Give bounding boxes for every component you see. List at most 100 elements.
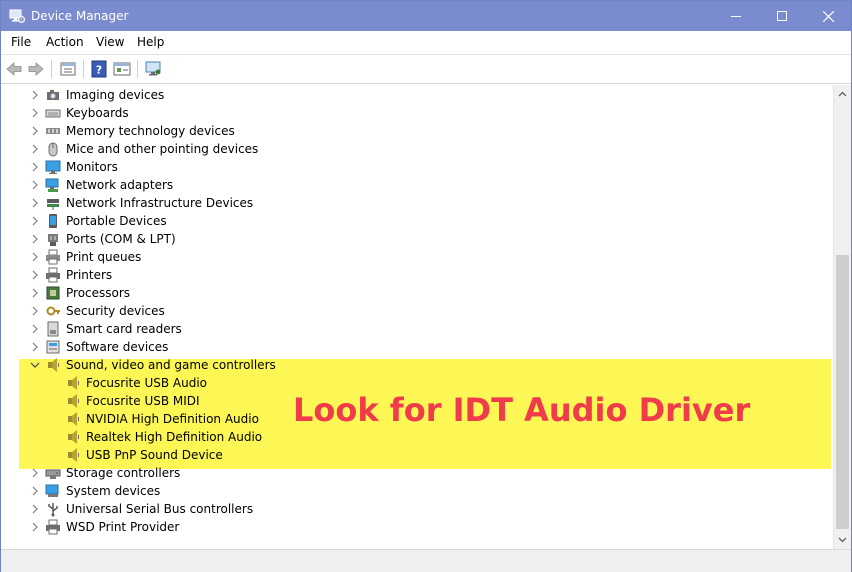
window-title: Device Manager xyxy=(31,9,129,23)
back-arrow-icon[interactable] xyxy=(5,60,23,78)
scroll-down-arrow-icon[interactable] xyxy=(837,534,848,545)
tree-category-row[interactable]: System devices xyxy=(29,482,809,500)
tree-device-row[interactable]: Focusrite USB Audio xyxy=(29,374,809,392)
tree-category-row[interactable]: Network Infrastructure Devices xyxy=(29,194,809,212)
mouse-icon xyxy=(48,142,58,157)
chevron-right-icon[interactable] xyxy=(29,161,41,173)
tree-category-row[interactable]: Printers xyxy=(29,266,809,284)
tree-item-label: Software devices xyxy=(66,340,169,354)
tree-item-label: Print queues xyxy=(66,250,142,264)
svg-text:?: ? xyxy=(96,64,102,77)
tree-category-row[interactable]: Smart card readers xyxy=(29,320,809,338)
tree-item-label: Focusrite USB Audio xyxy=(86,376,207,390)
smart-card-icon xyxy=(47,321,59,337)
tree-device-row[interactable]: Realtek High Definition Audio xyxy=(29,428,809,446)
speaker-icon xyxy=(68,376,79,390)
minimize-icon xyxy=(731,16,741,17)
chevron-right-icon[interactable] xyxy=(29,467,41,479)
portable-device-icon xyxy=(49,214,57,228)
print-queue-icon xyxy=(46,249,60,265)
help-icon[interactable]: ? xyxy=(90,60,108,78)
scrollbar-thumb[interactable] xyxy=(836,255,849,529)
tree-item-label: Security devices xyxy=(66,304,165,318)
tree-item-label: Keyboards xyxy=(66,106,129,120)
chevron-right-icon[interactable] xyxy=(29,521,41,533)
speaker-icon xyxy=(68,394,79,408)
properties-icon[interactable] xyxy=(59,60,77,78)
tree-item-label: WSD Print Provider xyxy=(66,520,180,534)
tree-category-row[interactable]: Memory technology devices xyxy=(29,122,809,140)
scan-hardware-icon[interactable] xyxy=(145,60,163,78)
security-key-icon xyxy=(46,306,60,316)
tree-item-label: Processors xyxy=(66,286,131,300)
chevron-right-icon[interactable] xyxy=(29,323,41,335)
usb-icon xyxy=(48,503,58,517)
chevron-right-icon[interactable] xyxy=(29,89,41,101)
port-icon xyxy=(48,234,58,246)
chevron-right-icon[interactable] xyxy=(29,341,41,353)
tree-item-label: System devices xyxy=(66,484,161,498)
tree-category-row[interactable]: Software devices xyxy=(29,338,809,356)
tree-category-row[interactable]: Security devices xyxy=(29,302,809,320)
tree-device-row[interactable]: NVIDIA High Definition Audio xyxy=(29,410,809,428)
speaker-icon xyxy=(48,358,59,372)
toolbar-separator xyxy=(137,60,138,78)
software-device-icon xyxy=(46,340,60,354)
tree-category-row[interactable]: Sound, video and game controllers xyxy=(29,356,809,374)
tree-item-label: Memory technology devices xyxy=(66,124,235,138)
tree-category-row[interactable]: Imaging devices xyxy=(29,86,809,104)
tree-category-row[interactable]: Processors xyxy=(29,284,809,302)
tree-item-label: Mice and other pointing devices xyxy=(66,142,259,156)
toolbar-separator xyxy=(51,60,52,78)
tree-category-row[interactable]: Universal Serial Bus controllers xyxy=(29,500,809,518)
minimize-button[interactable] xyxy=(713,1,759,31)
chevron-right-icon[interactable] xyxy=(29,269,41,281)
forward-arrow-icon[interactable] xyxy=(27,60,45,78)
close-icon xyxy=(822,10,834,22)
chevron-right-icon[interactable] xyxy=(29,179,41,191)
tree-category-row[interactable]: Keyboards xyxy=(29,104,809,122)
tree-item-label: Universal Serial Bus controllers xyxy=(66,502,254,516)
chevron-right-icon[interactable] xyxy=(29,233,41,245)
tree-item-label: Portable Devices xyxy=(66,214,167,228)
update-driver-icon[interactable] xyxy=(113,60,131,78)
toolbar: ? xyxy=(1,54,851,84)
chevron-right-icon[interactable] xyxy=(29,125,41,137)
processor-icon xyxy=(46,286,60,300)
menu-file[interactable]: File xyxy=(11,35,31,49)
tree-category-row[interactable]: Monitors xyxy=(29,158,809,176)
tree-category-row[interactable]: Network adapters xyxy=(29,176,809,194)
close-button[interactable] xyxy=(805,1,851,31)
tree-category-row[interactable]: Mice and other pointing devices xyxy=(29,140,809,158)
chevron-right-icon[interactable] xyxy=(29,503,41,515)
storage-icon xyxy=(45,469,61,479)
title-bar[interactable]: Device Manager xyxy=(1,1,851,31)
scroll-up-arrow-icon[interactable] xyxy=(837,89,848,100)
tree-item-label: USB PnP Sound Device xyxy=(86,448,223,462)
chevron-down-icon[interactable] xyxy=(29,359,41,371)
tree-category-row[interactable]: Storage controllers xyxy=(29,464,809,482)
chevron-right-icon[interactable] xyxy=(29,197,41,209)
menu-help[interactable]: Help xyxy=(137,35,164,49)
network-infrastructure-icon xyxy=(47,199,59,210)
vertical-scrollbar[interactable] xyxy=(833,85,851,549)
menu-view[interactable]: View xyxy=(96,35,124,49)
tree-item-label: Network adapters xyxy=(66,178,174,192)
chevron-right-icon[interactable] xyxy=(29,287,41,299)
chevron-right-icon[interactable] xyxy=(29,215,41,227)
tree-category-row[interactable]: WSD Print Provider xyxy=(29,518,809,536)
chevron-right-icon[interactable] xyxy=(29,485,41,497)
tree-category-row[interactable]: Print queues xyxy=(29,248,809,266)
tree-category-row[interactable]: Ports (COM & LPT) xyxy=(29,230,809,248)
chevron-right-icon[interactable] xyxy=(29,251,41,263)
chevron-right-icon[interactable] xyxy=(29,107,41,119)
menu-action[interactable]: Action xyxy=(46,35,84,49)
tree-device-row[interactable]: USB PnP Sound Device xyxy=(29,446,809,464)
maximize-button[interactable] xyxy=(759,1,805,31)
chevron-right-icon[interactable] xyxy=(29,143,41,155)
camera-icon xyxy=(47,90,59,100)
tree-device-row[interactable]: Focusrite USB MIDI xyxy=(29,392,809,410)
device-tree[interactable]: Look for IDT Audio Driver Imaging device… xyxy=(5,85,831,549)
chevron-right-icon[interactable] xyxy=(29,305,41,317)
tree-category-row[interactable]: Portable Devices xyxy=(29,212,809,230)
